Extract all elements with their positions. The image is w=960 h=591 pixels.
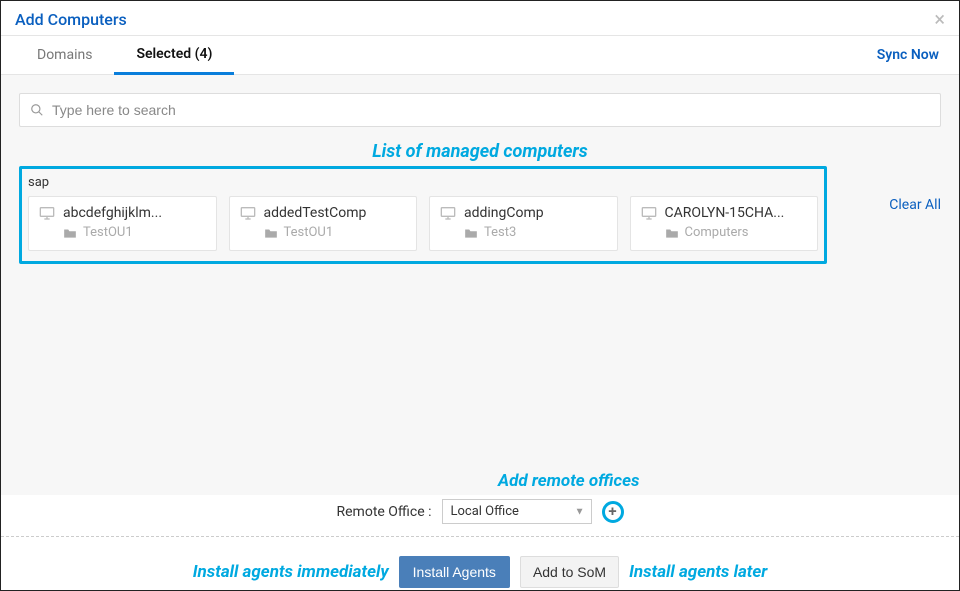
annotation-add-remote: Add remote offices bbox=[498, 471, 639, 491]
computer-name-row: addedTestComp bbox=[240, 205, 407, 221]
annotation-install-now: Install agents immediately bbox=[193, 562, 389, 582]
add-computers-modal: Add Computers × Domains Selected (4) Syn… bbox=[0, 0, 960, 591]
computer-name-row: addingComp bbox=[440, 205, 607, 221]
computer-name: addedTestComp bbox=[264, 205, 367, 221]
folder-icon bbox=[63, 227, 77, 239]
search-input[interactable] bbox=[52, 102, 930, 118]
group-label: sap bbox=[28, 173, 818, 196]
folder-icon bbox=[464, 227, 478, 239]
search-wrap bbox=[19, 93, 941, 127]
tabs-row: Domains Selected (4) Sync Now bbox=[1, 36, 959, 75]
folder-icon bbox=[665, 227, 679, 239]
modal-header: Add Computers × bbox=[1, 1, 959, 36]
search-icon bbox=[30, 103, 44, 117]
annotation-install-later: Install agents later bbox=[629, 562, 767, 582]
computers-group: sap abcdefghijklm... TestOU1 bbox=[19, 166, 827, 264]
computer-card[interactable]: abcdefghijklm... TestOU1 bbox=[28, 196, 217, 251]
computer-card[interactable]: addedTestComp TestOU1 bbox=[229, 196, 418, 251]
install-agents-button[interactable]: Install Agents bbox=[399, 556, 510, 588]
annotation-list-title: List of managed computers bbox=[19, 141, 941, 162]
monitor-icon bbox=[440, 206, 456, 220]
remote-office-row: Add remote offices Remote Office : Local… bbox=[1, 495, 959, 530]
monitor-icon bbox=[641, 206, 657, 220]
remote-office-select[interactable]: Local Office ▼ bbox=[442, 499, 592, 524]
modal-title: Add Computers bbox=[15, 10, 127, 29]
computer-card[interactable]: CAROLYN-15CHA... Computers bbox=[630, 196, 819, 251]
computer-name-row: abcdefghijklm... bbox=[39, 205, 206, 221]
computer-ou: TestOU1 bbox=[83, 225, 133, 240]
footer-actions: Install agents immediately Install Agent… bbox=[1, 537, 959, 591]
computer-ou: Test3 bbox=[484, 225, 516, 240]
remote-office-label: Remote Office : bbox=[337, 504, 432, 520]
clear-all-link[interactable]: Clear All bbox=[889, 197, 941, 213]
computer-name: abcdefghijklm... bbox=[63, 205, 162, 221]
computer-name-row: CAROLYN-15CHA... bbox=[641, 205, 808, 221]
computer-ou-row: Test3 bbox=[440, 225, 607, 240]
tab-selected[interactable]: Selected (4) bbox=[114, 36, 234, 75]
add-to-som-button[interactable]: Add to SoM bbox=[520, 556, 619, 588]
computer-ou-row: TestOU1 bbox=[240, 225, 407, 240]
remote-office-selected: Local Office bbox=[451, 504, 519, 519]
computer-name: addingComp bbox=[464, 205, 544, 221]
computer-ou: TestOU1 bbox=[284, 225, 334, 240]
computer-ou-row: TestOU1 bbox=[39, 225, 206, 240]
add-remote-office-button[interactable]: + bbox=[602, 501, 624, 523]
computer-ou: Computers bbox=[685, 225, 749, 240]
computer-name: CAROLYN-15CHA... bbox=[665, 205, 785, 221]
monitor-icon bbox=[240, 206, 256, 220]
computer-ou-row: Computers bbox=[641, 225, 808, 240]
chevron-down-icon: ▼ bbox=[575, 506, 585, 517]
computer-card[interactable]: addingComp Test3 bbox=[429, 196, 618, 251]
tab-domains[interactable]: Domains bbox=[15, 37, 114, 73]
folder-icon bbox=[264, 227, 278, 239]
computer-cards: abcdefghijklm... TestOU1 addedT bbox=[28, 196, 818, 251]
sync-now-link[interactable]: Sync Now bbox=[871, 37, 945, 73]
monitor-icon bbox=[39, 206, 55, 220]
modal-body: List of managed computers Clear All sap … bbox=[1, 75, 959, 495]
close-icon[interactable]: × bbox=[934, 9, 945, 29]
